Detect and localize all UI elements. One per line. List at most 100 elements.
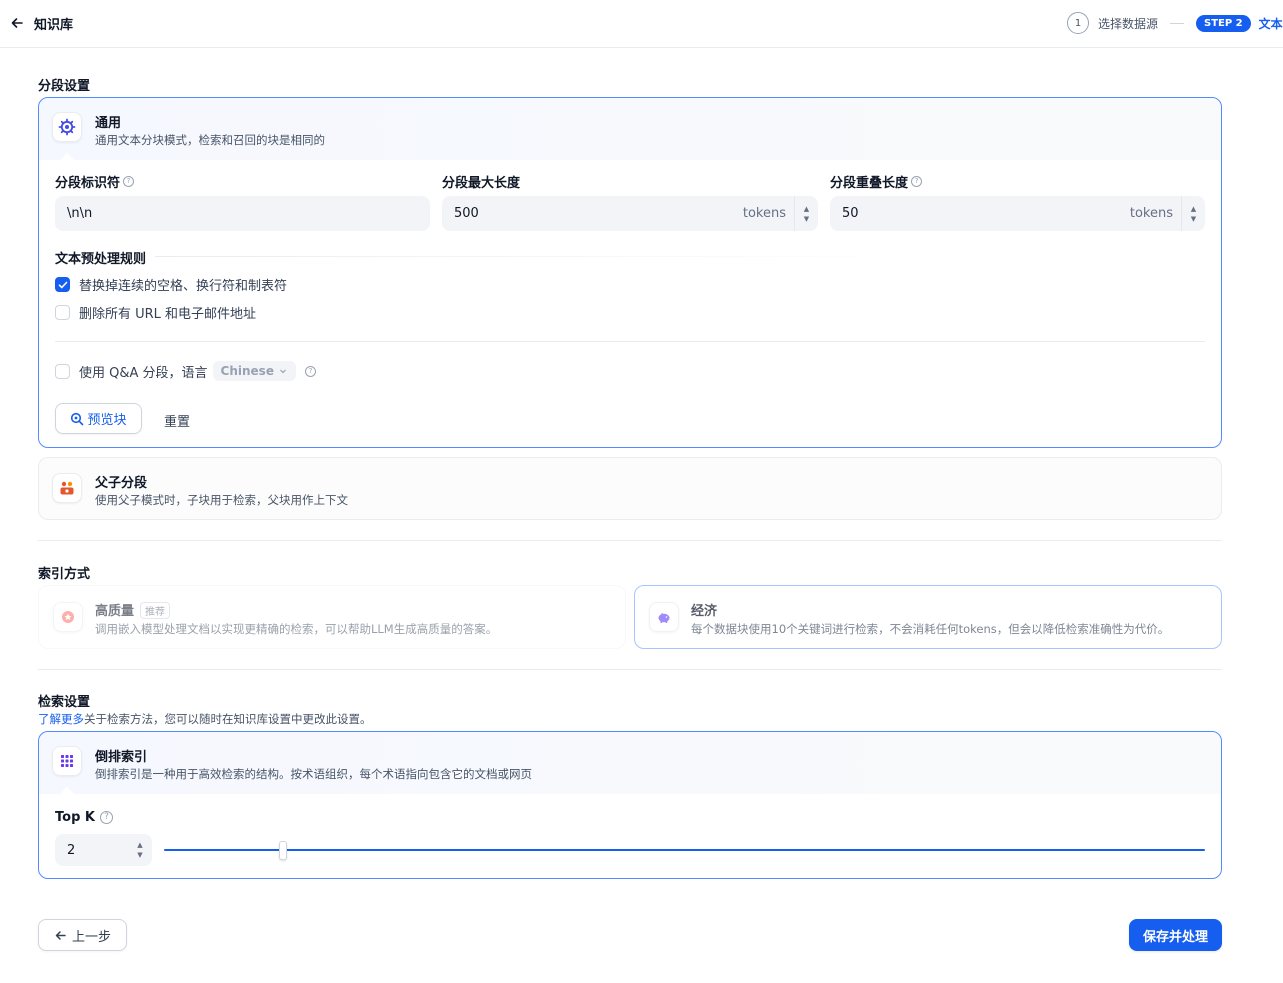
retrieval-description-text: 关于检索方法，您可以随时在知识库设置中更改此设置。 <box>84 712 372 726</box>
general-mode-icon-box <box>52 112 82 142</box>
help-icon[interactable]: ? <box>123 176 135 187</box>
delimiter-label-text: 分段标识符 <box>55 176 121 191</box>
preview-chunks-button[interactable]: 预览块 <box>55 403 142 434</box>
max-length-value: 500 <box>454 206 479 221</box>
language-select[interactable]: Chinese <box>212 361 296 381</box>
previous-step-button[interactable]: 上一步 <box>38 919 127 951</box>
chevron-down-icon[interactable]: ▼ <box>1191 215 1196 223</box>
header-notch <box>59 786 75 802</box>
delimiter-label: 分段标识符 ? <box>55 172 135 191</box>
economy-title: 经济 <box>691 604 718 619</box>
rule-replace-spaces[interactable]: 替换掉连续的空格、换行符和制表符 <box>55 275 287 294</box>
preprocess-rules-title: 文本预处理规则 <box>55 252 147 267</box>
top-bar: 知识库 1 选择数据源 STEP 2 文本分段与清洗 <box>0 0 1283 48</box>
back-button[interactable] <box>8 14 26 32</box>
reset-button[interactable]: 重置 <box>164 411 190 430</box>
save-and-process-button[interactable]: 保存并处理 <box>1129 919 1222 951</box>
general-mode-header: 通用 通用文本分块模式，检索和召回的块是相同的 <box>39 98 1221 168</box>
max-length-label-text: 分段最大长度 <box>442 176 521 191</box>
inverted-index-header: 倒排索引 倒排索引是一种用于高效检索的结构。按术语组织，每个术语指向包含它的文档… <box>39 732 1221 802</box>
inverted-index-title: 倒排索引 <box>95 750 148 765</box>
parent-child-title: 父子分段 <box>95 476 148 491</box>
grid-icon <box>61 755 73 767</box>
qa-divider <box>55 341 1205 342</box>
parent-child-mode-card[interactable]: 父子分段 使用父子模式时，子块用于检索，父块用作上下文 <box>38 457 1222 520</box>
high-quality-title: 高质量 推荐 <box>95 600 171 619</box>
retrieval-section-title: 检索设置 <box>38 695 91 710</box>
parent-child-description: 使用父子模式时，子块用于检索，父块用作上下文 <box>95 493 348 507</box>
overlap-stepper[interactable]: ▲ ▼ <box>1181 196 1205 231</box>
step-2-badge: STEP 2 <box>1196 14 1251 32</box>
search-icon <box>71 412 84 425</box>
parent-child-icon <box>60 481 74 495</box>
max-length-input[interactable]: 500 tokens ▲ ▼ <box>442 196 818 231</box>
topk-label: Top K ? <box>55 810 113 825</box>
delimiter-value: \n\n <box>67 206 93 221</box>
economy-index-card[interactable]: 经济 每个数据块使用10个关键词进行检索，不会消耗任何tokens，但会以降低检… <box>634 585 1222 649</box>
help-icon[interactable]: ? <box>304 365 316 377</box>
step-indicator: 1 选择数据源 STEP 2 文本分段与清洗 <box>1067 11 1283 35</box>
step-2-label: 文本分段与清洗 <box>1258 16 1283 31</box>
rule-remove-urls[interactable]: 删除所有 URL 和电子邮件地址 <box>55 303 256 322</box>
high-quality-title-text: 高质量 <box>95 604 135 619</box>
header-notch <box>59 152 75 168</box>
max-length-stepper[interactable]: ▲ ▼ <box>794 196 818 231</box>
preview-chunks-label: 预览块 <box>87 413 127 428</box>
inverted-index-card[interactable]: 倒排索引 倒排索引是一种用于高效检索的结构。按术语组织，每个术语指向包含它的文档… <box>38 731 1222 879</box>
topk-value: 2 <box>67 842 76 858</box>
topk-slider-handle[interactable] <box>279 841 287 860</box>
inverted-index-icon-box <box>52 746 82 776</box>
topk-label-text: Top K <box>55 810 95 825</box>
overlap-value: 50 <box>842 206 859 221</box>
general-mode-card[interactable]: 通用 通用文本分块模式，检索和召回的块是相同的 <box>38 97 1222 448</box>
section-divider <box>38 669 1222 670</box>
help-icon[interactable]: ? <box>911 176 923 187</box>
checkbox-unchecked[interactable] <box>55 305 70 320</box>
section-divider <box>38 540 1222 541</box>
overlap-unit: tokens <box>1129 206 1173 221</box>
delimiter-input[interactable]: \n\n <box>55 196 430 231</box>
chevron-up-icon[interactable]: ▲ <box>804 205 809 213</box>
max-length-label: 分段最大长度 <box>442 172 520 191</box>
overlap-label-text: 分段重叠长度 <box>830 176 909 191</box>
chevron-down-icon[interactable]: ▼ <box>137 851 142 859</box>
star-burst-icon <box>62 611 74 623</box>
gear-icon <box>58 118 76 136</box>
retrieval-description: 了解更多关于检索方法，您可以随时在知识库设置中更改此设置。 <box>38 711 372 727</box>
index-section-title: 索引方式 <box>38 567 91 582</box>
recommended-badge: 推荐 <box>140 602 171 619</box>
rule-replace-spaces-label: 替换掉连续的空格、换行符和制表符 <box>79 279 288 294</box>
language-value: Chinese <box>220 364 274 378</box>
check-icon <box>58 281 67 288</box>
economy-icon-box <box>649 602 679 632</box>
overlap-label: 分段重叠长度 ? <box>830 172 923 191</box>
preprocess-rules-divider <box>155 256 922 257</box>
arrow-left-icon <box>11 18 23 28</box>
previous-step-label: 上一步 <box>71 929 111 945</box>
chevron-up-icon[interactable]: ▲ <box>137 841 142 849</box>
topk-stepper[interactable]: ▲ ▼ <box>128 834 152 866</box>
topk-slider-track[interactable] <box>164 849 1205 851</box>
help-icon[interactable]: ? <box>99 811 113 824</box>
page-title: 知识库 <box>34 18 74 33</box>
high-quality-index-card[interactable]: 高质量 推荐 调用嵌入模型处理文档以实现更精确的检索，可以帮助LLM生成高质量的答… <box>38 585 626 649</box>
checkbox-checked[interactable] <box>55 277 70 292</box>
qa-checkbox[interactable] <box>55 363 70 379</box>
high-quality-icon-box <box>53 602 83 632</box>
learn-more-link[interactable]: 了解更多 <box>38 712 84 726</box>
piggy-bank-icon <box>658 613 670 623</box>
overlap-input[interactable]: 50 tokens ▲ ▼ <box>830 196 1205 231</box>
topk-input[interactable]: 2 ▲ ▼ <box>55 834 152 866</box>
chevron-up-icon[interactable]: ▲ <box>1191 205 1196 213</box>
rule-remove-urls-label: 删除所有 URL 和电子邮件地址 <box>79 307 257 322</box>
chevron-down-icon[interactable]: ▼ <box>804 215 809 223</box>
max-length-unit: tokens <box>742 206 786 221</box>
chevron-down-icon <box>280 369 286 374</box>
general-mode-description: 通用文本分块模式，检索和召回的块是相同的 <box>95 133 325 147</box>
arrow-left-icon <box>55 930 66 940</box>
step-divider <box>1170 22 1185 24</box>
segmentation-section-title: 分段设置 <box>38 79 91 94</box>
step-1-number: 1 <box>1067 12 1089 34</box>
qa-segmentation-row[interactable]: 使用 Q&A 分段，语言 Chinese ? <box>55 361 316 381</box>
qa-label: 使用 Q&A 分段，语言 <box>79 365 208 381</box>
